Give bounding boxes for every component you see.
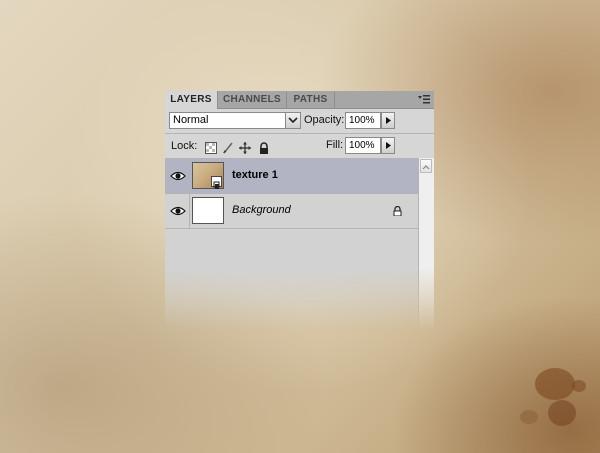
chevron-down-icon	[288, 117, 298, 124]
smart-object-icon	[211, 176, 222, 189]
column-divider	[189, 194, 190, 228]
tab-layers[interactable]: LAYERS	[165, 91, 218, 109]
opacity-label: Opacity:	[304, 114, 345, 126]
layer-row-background[interactable]: Background	[165, 194, 419, 229]
play-arrow-icon	[386, 142, 391, 149]
lock-transparent-icon[interactable]	[205, 142, 217, 154]
layer-row-texture-1[interactable]: texture 1	[165, 159, 419, 194]
eye-visibility-icon[interactable]	[170, 170, 186, 182]
chevron-up-icon	[422, 165, 430, 170]
layer-name[interactable]: texture 1	[232, 169, 278, 181]
tab-paths[interactable]: PATHS	[287, 92, 335, 108]
lock-label: Lock:	[171, 140, 198, 152]
blend-mode-dropdown-button[interactable]	[285, 113, 300, 128]
layer-thumbnail[interactable]	[192, 162, 224, 189]
blend-mode-value: Normal	[173, 114, 209, 126]
layers-panel: LAYERS CHANNELS PATHS Normal Opacity: 10…	[165, 91, 434, 453]
fill-label: Fill:	[326, 139, 344, 151]
opacity-input[interactable]: 100%	[345, 112, 381, 129]
blend-opacity-row: Normal Opacity: 100%	[165, 109, 434, 134]
lock-position-icon[interactable]	[239, 142, 251, 154]
fill-input[interactable]: 100%	[345, 137, 381, 154]
lock-all-icon[interactable]	[258, 142, 270, 154]
column-divider	[189, 159, 190, 193]
panel-menu-icon[interactable]	[418, 95, 430, 104]
opacity-slider-button[interactable]	[381, 112, 395, 129]
lock-image-icon[interactable]	[222, 142, 234, 154]
fill-slider-button[interactable]	[381, 137, 395, 154]
eye-visibility-icon[interactable]	[170, 205, 186, 217]
layers-scrollbar[interactable]	[418, 158, 434, 453]
paper-stain	[535, 368, 575, 400]
paper-stain	[572, 380, 586, 392]
play-arrow-icon	[386, 117, 391, 124]
paper-stain	[520, 410, 538, 424]
layer-lock-icon	[393, 206, 402, 216]
layers-list: texture 1 Background	[165, 159, 419, 453]
layer-thumbnail[interactable]	[192, 197, 224, 224]
paper-stain	[548, 400, 576, 426]
tab-channels[interactable]: CHANNELS	[218, 92, 287, 108]
layer-name[interactable]: Background	[232, 204, 291, 216]
scroll-up-button[interactable]	[420, 159, 432, 173]
blend-mode-select[interactable]: Normal	[169, 112, 301, 129]
panel-tab-bar: LAYERS CHANNELS PATHS	[165, 91, 434, 109]
lock-fill-row: Lock: Fill: 100%	[165, 134, 434, 159]
